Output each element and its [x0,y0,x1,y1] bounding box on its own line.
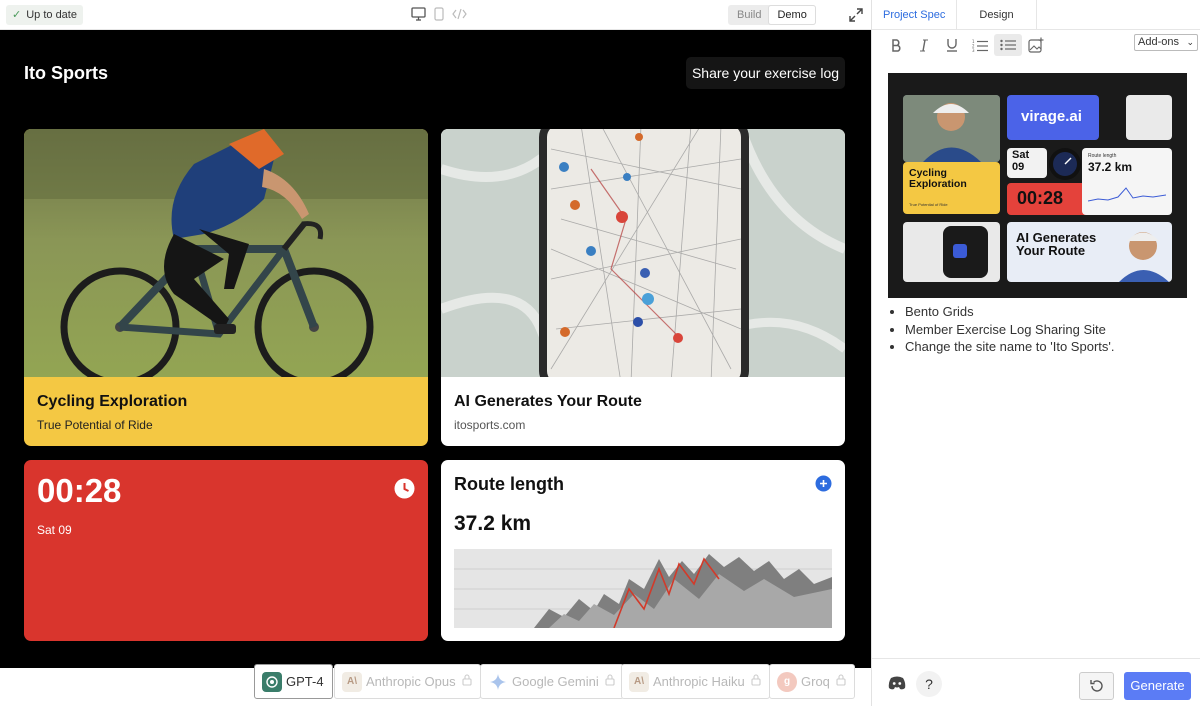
card-title: Route length [454,474,564,494]
model-label: GPT-4 [286,674,324,689]
chevron-down-icon: ⌄ [1186,37,1194,47]
timer-card[interactable]: 00:28 Sat 09 [24,460,428,641]
history-icon [1089,680,1103,692]
share-exercise-log-button[interactable]: Share your exercise log [686,57,845,89]
mini-date-tile: Sat 09 [1007,148,1047,178]
svg-text:3: 3 [972,48,975,52]
model-label: Anthropic Haiku [653,674,745,689]
mini-route-value: 37.2 km [1088,160,1133,174]
generate-button[interactable]: Generate [1124,672,1191,700]
status-badge: ✓ Up to date [6,5,83,25]
mini-route-tile: Route length 37.2 km [1082,148,1172,215]
lock-icon [462,674,472,689]
formatting-toolbar: 123 [882,34,1050,56]
clock-icon [394,478,415,504]
desktop-icon[interactable] [411,7,426,21]
check-icon: ✓ [12,9,22,21]
demo-mode-button[interactable]: Demo [769,6,815,24]
model-anthropic-haiku[interactable]: A\ Anthropic Haiku [621,664,770,699]
lock-icon [836,674,846,689]
card-title: Cycling Exploration [37,393,188,410]
add-image-icon[interactable] [1022,34,1050,56]
addons-select[interactable]: Add-ons ⌄ [1134,34,1198,51]
cycling-card[interactable]: Cycling Exploration True Potential of Ri… [24,129,428,446]
mini-ai-route-tile: AI Generates Your Route [1007,222,1172,282]
preview-toolbar: ✓ Up to date Build Demo [0,0,871,30]
mini-cycling-title: Cycling Exploration [909,167,967,190]
bold-icon[interactable] [882,34,910,56]
mini-brand: virage.ai [1021,108,1082,125]
anthropic-icon: A\ [342,671,362,692]
mini-route-label: Route length [1088,153,1117,159]
lock-icon [605,674,615,689]
app-root: ✓ Up to date Build Demo Ito Sports Share… [0,0,1200,706]
route-length-value: 37.2 km [454,512,532,535]
cycling-photo [24,129,428,377]
device-switcher [411,7,467,21]
mobile-icon[interactable] [434,7,444,21]
spec-reference-image: virage.ai Cycling Exploration True Poten… [888,73,1187,298]
card-title: AI Generates Your Route [454,393,642,410]
groq-icon: g [777,671,797,692]
mini-date-num: 09 [1012,161,1025,173]
mini-phone-tile [903,222,1000,282]
mode-toggle: Build Demo [728,5,816,25]
addons-label: Add-ons [1138,36,1179,48]
openai-icon [262,671,282,692]
list-item: Member Exercise Log Sharing Site [905,321,1114,339]
anthropic-icon: A\ [629,671,649,692]
underline-icon[interactable] [938,34,966,56]
mini-brand-tile: virage.ai [1007,95,1099,140]
card-subtitle: True Potential of Ride [37,418,153,432]
code-icon[interactable] [452,8,467,20]
timer-date: Sat 09 [37,523,72,537]
list-item: Change the site name to 'Ito Sports'. [905,338,1114,356]
mini-icons-tile [1126,95,1172,140]
lock-icon [751,674,761,689]
build-mode-button[interactable]: Build [729,6,769,24]
status-text: Up to date [26,9,77,21]
add-icon[interactable] [815,475,832,497]
model-groq[interactable]: g Groq [769,664,855,699]
help-icon[interactable]: ? [916,671,942,697]
spec-list: Bento Grids Member Exercise Log Sharing … [903,303,1114,356]
ordered-list-icon[interactable]: 123 [966,34,994,56]
model-label: Google Gemini [512,674,599,689]
bullet-list-icon[interactable] [994,34,1022,56]
tab-design[interactable]: Design [956,0,1037,30]
model-label: Groq [801,674,830,689]
mini-date-day: Sat [1012,149,1030,161]
mini-timer: 00:28 [1017,188,1064,208]
discord-icon[interactable] [888,676,906,695]
elevation-chart [454,549,832,628]
history-button[interactable] [1079,672,1114,700]
route-length-card[interactable]: Route length 37.2 km [441,460,845,641]
map-photo [441,129,845,377]
model-google-gemini[interactable]: Google Gemini [480,664,624,699]
model-anthropic-opus[interactable]: A\ Anthropic Opus [334,664,481,699]
mini-clock-tile [1049,148,1081,180]
list-item: Bento Grids [905,303,1114,321]
route-card[interactable]: AI Generates Your Route itosports.com [441,129,845,446]
timer-value: 00:28 [37,472,122,509]
mini-cycling-sub: True Potential of Ride [909,202,948,207]
expand-icon[interactable] [848,7,864,28]
model-selector-bar: GPT-4 A\ Anthropic Opus Google Gemini A\… [0,664,871,706]
gemini-icon [488,672,508,692]
mini-cycling-tile: Cycling Exploration True Potential of Ri… [903,162,1000,214]
mini-ai-route-title: AI Generates Your Route [1016,230,1097,258]
site-preview: Ito Sports Share your exercise log Cycli… [0,30,871,668]
panel-footer: ? Generate [872,658,1200,706]
mini-photo [903,95,1000,162]
site-name: Ito Sports [24,63,108,83]
tab-project-spec[interactable]: Project Spec [872,0,956,30]
model-label: Anthropic Opus [366,674,456,689]
card-subtitle: itosports.com [454,418,526,432]
italic-icon[interactable] [910,34,938,56]
model-gpt-4[interactable]: GPT-4 [254,664,333,699]
panel-tabs: Project Spec Design [872,0,1200,30]
spec-panel: Project Spec Design 123 Add-ons ⌄ virage… [871,0,1200,706]
